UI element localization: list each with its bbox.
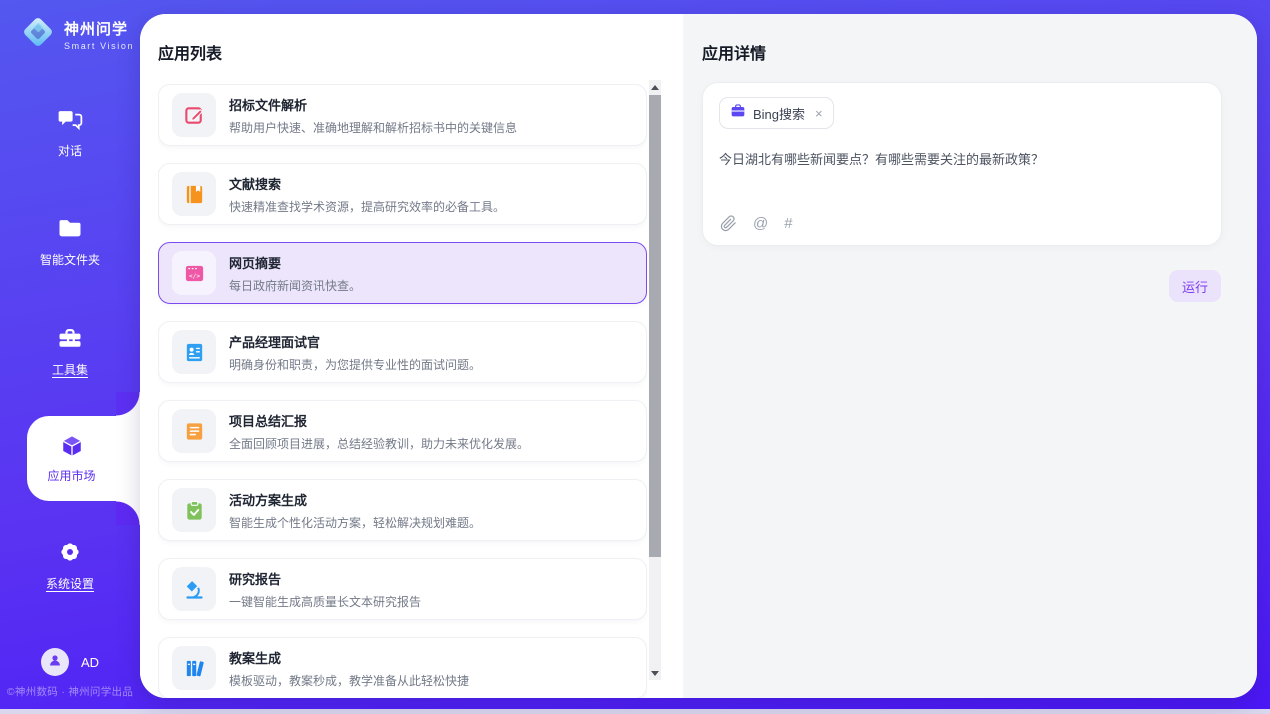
sidebar-item-label: 系统设置 (46, 575, 94, 592)
window-bottom-strip (0, 709, 1270, 714)
app-list-title: 应用列表 (158, 40, 222, 64)
sidebar-item-label: 应用市场 (47, 467, 95, 484)
sidebar-item-label: 工具集 (52, 361, 88, 378)
browser-code-icon: </> (172, 251, 216, 295)
app-card-desc: 模板驱动，教案秒成，教学准备从此轻松快捷 (229, 672, 469, 689)
microscope-icon (172, 567, 216, 611)
briefcase-icon (730, 103, 746, 124)
tool-chip-bing-search[interactable]: Bing搜索 × (719, 97, 834, 129)
brand-subtitle: Smart Vision (64, 41, 134, 51)
sidebar-item-app-market[interactable]: 应用市场 (27, 416, 140, 501)
app-card[interactable]: </> 网页摘要 每日政府新闻资讯快查。 (158, 242, 647, 304)
sidebar: 神州问学 Smart Vision 对话 智能文件夹 工具集 应用市场 系统设置… (0, 0, 140, 709)
app-card[interactable]: 教案生成 模板驱动，教案秒成，教学准备从此轻松快捷 (158, 637, 647, 698)
app-card-title: 网页摘要 (229, 253, 361, 272)
scroll-down-button[interactable] (649, 666, 661, 680)
app-card-title: 招标文件解析 (229, 95, 517, 114)
brand-title: 神州问学 (64, 18, 134, 39)
scroll-up-button[interactable] (649, 80, 661, 94)
sidebar-item-label: 智能文件夹 (40, 251, 100, 268)
hash-icon[interactable]: # (784, 215, 792, 232)
app-card-desc: 帮助用户快速、准确地理解和解析招标书中的关键信息 (229, 119, 517, 136)
app-card[interactable]: 活动方案生成 智能生成个性化活动方案，轻松解决规划难题。 (158, 479, 647, 541)
note-icon (172, 409, 216, 453)
input-toolbar: @# (720, 215, 793, 232)
clipboard-check-icon (172, 488, 216, 532)
app-card-title: 教案生成 (229, 648, 469, 667)
app-card-desc: 智能生成个性化活动方案，轻松解决规划难题。 (229, 514, 481, 531)
app-detail-title: 应用详情 (702, 40, 766, 64)
app-card[interactable]: 招标文件解析 帮助用户快速、准确地理解和解析招标书中的关键信息 (158, 84, 647, 146)
sidebar-item-settings[interactable]: 系统设置 (0, 538, 140, 592)
edit-doc-icon (172, 93, 216, 137)
app-list-pane: 应用列表 招标文件解析 帮助用户快速、准确地理解和解析招标书中的关键信息 文献搜… (140, 14, 683, 698)
app-card-desc: 明确身份和职责，为您提供专业性的面试问题。 (229, 356, 481, 373)
copyright-footer: ©神州数码 · 神州问学出品 (0, 684, 140, 699)
app-card[interactable]: 项目总结汇报 全面回顾项目进展，总结经验教训，助力未来优化发展。 (158, 400, 647, 462)
user-label: AD (81, 655, 99, 670)
person-icon (47, 652, 63, 673)
app-card[interactable]: 产品经理面试官 明确身份和职责，为您提供专业性的面试问题。 (158, 321, 647, 383)
app-card[interactable]: 文献搜索 快速精准查找学术资源，提高研究效率的必备工具。 (158, 163, 647, 225)
brand-logo: 神州问学 Smart Vision (18, 12, 134, 57)
toolbox-icon (56, 324, 84, 352)
svg-text:</>: </> (188, 273, 199, 280)
sidebar-item-toolset[interactable]: 工具集 (0, 324, 140, 378)
chat-icon (56, 105, 84, 133)
diamond-logo-icon (18, 12, 58, 57)
sidebar-item-label: 对话 (58, 142, 82, 159)
sidebar-item-chat[interactable]: 对话 (0, 105, 140, 159)
app-card-title: 活动方案生成 (229, 490, 481, 509)
app-card-title: 研究报告 (229, 569, 421, 588)
app-card-desc: 一键智能生成高质量长文本研究报告 (229, 593, 421, 610)
triangle-up-icon (651, 85, 659, 90)
app-card-desc: 每日政府新闻资讯快查。 (229, 277, 361, 294)
gear-icon (56, 538, 84, 566)
user-account[interactable]: AD (0, 648, 140, 676)
scrollbar-thumb[interactable] (649, 95, 661, 557)
sidebar-nav: 对话 智能文件夹 工具集 应用市场 系统设置 (0, 105, 140, 592)
content-panel: 应用列表 招标文件解析 帮助用户快速、准确地理解和解析招标书中的关键信息 文献搜… (140, 14, 1257, 698)
app-card-title: 产品经理面试官 (229, 332, 481, 351)
app-card[interactable]: 研究报告 一键智能生成高质量长文本研究报告 (158, 558, 647, 620)
app-card-title: 项目总结汇报 (229, 411, 529, 430)
triangle-down-icon (651, 671, 659, 676)
query-text[interactable]: 今日湖北有哪些新闻要点？有哪些需要关注的最新政策？ (719, 150, 1205, 170)
app-card-desc: 全面回顾项目进展，总结经验教训，助力未来优化发展。 (229, 435, 529, 452)
scrollbar[interactable] (649, 80, 661, 680)
books-icon (172, 646, 216, 690)
app-detail-pane: 应用详情 Bing搜索 × 今日湖北有哪些新闻要点？有哪些需要关注的最新政策？ … (683, 14, 1257, 698)
app-card-desc: 快速精准查找学术资源，提高研究效率的必备工具。 (229, 198, 505, 215)
run-button[interactable]: 运行 (1169, 270, 1221, 302)
resume-icon (172, 330, 216, 374)
chip-close-icon[interactable]: × (815, 106, 823, 121)
book-icon (172, 172, 216, 216)
app-card-list: 招标文件解析 帮助用户快速、准确地理解和解析招标书中的关键信息 文献搜索 快速精… (158, 84, 647, 698)
paperclip-icon[interactable] (720, 215, 737, 232)
tool-chip-label: Bing搜索 (753, 104, 805, 123)
app-card-title: 文献搜索 (229, 174, 505, 193)
at-icon[interactable]: @ (753, 215, 768, 232)
query-input-card: Bing搜索 × 今日湖北有哪些新闻要点？有哪些需要关注的最新政策？ @# (702, 82, 1222, 246)
folder-icon (56, 214, 84, 242)
cube-icon (58, 433, 86, 461)
avatar (41, 648, 69, 676)
sidebar-item-smart-folder[interactable]: 智能文件夹 (0, 214, 140, 268)
